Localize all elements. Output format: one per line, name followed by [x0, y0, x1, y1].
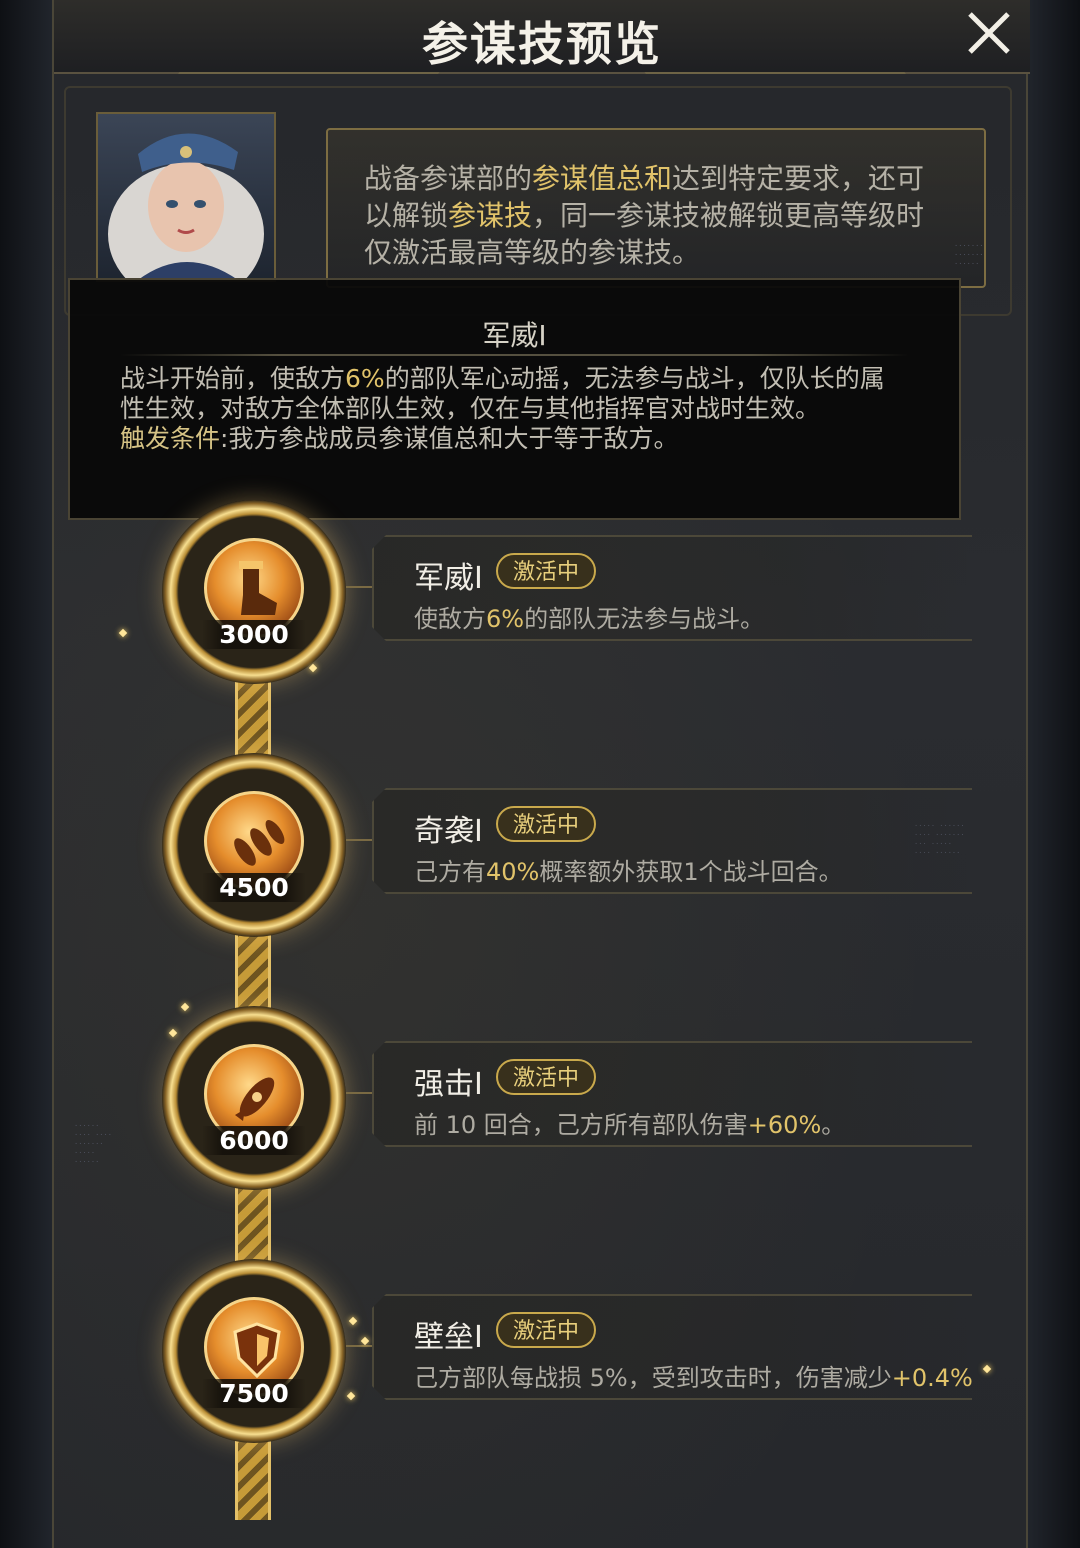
skill-threshold: 6000 — [202, 1126, 306, 1155]
tooltip-title: 军威I — [482, 319, 547, 352]
skill-description: 前 10 回合，己方所有部队伤害+60%。 — [414, 1111, 846, 1139]
skill-threshold: 4500 — [202, 873, 306, 902]
skill-node-4[interactable]: 7500 — [162, 1259, 346, 1443]
skill-node-2[interactable]: 4500 — [162, 753, 346, 937]
skill-name: 强击I — [414, 1067, 483, 1102]
close-icon — [968, 12, 1010, 54]
skill-node-3[interactable]: 6000 — [162, 1006, 346, 1190]
status-badge: 激活中 — [496, 1312, 596, 1348]
header-bar: 参谋技预览 — [54, 0, 1030, 74]
right-backdrop — [1025, 0, 1080, 1548]
skill-threshold: 3000 — [202, 620, 306, 649]
skill-description: 使敌方6%的部队无法参与战斗。 — [414, 605, 765, 633]
page-title: 参谋技预览 — [422, 17, 662, 71]
skill-description: 己方有40%概率额外获取1个战斗回合。 — [414, 858, 843, 886]
advisor-portrait — [96, 112, 276, 282]
status-badge: 激活中 — [496, 806, 596, 842]
tooltip-divider — [120, 354, 909, 356]
tooltip-condition-label: 触发条件 — [120, 424, 221, 453]
skill-name: 壁垒I — [414, 1320, 483, 1355]
skill-node-1[interactable]: 3000 — [162, 500, 346, 684]
status-badge: 激活中 — [496, 553, 596, 589]
skill-name: 军威I — [414, 561, 483, 596]
close-button[interactable] — [964, 8, 1014, 58]
tooltip-body: 战斗开始前，使敌方6%的部队军心动摇，无法参与战斗，仅队长的属性生效，对敌方全体… — [120, 364, 885, 453]
status-badge: 激活中 — [496, 1059, 596, 1095]
skill-tooltip: 军威I 战斗开始前，使敌方6%的部队军心动摇，无法参与战斗，仅队长的属性生效，对… — [68, 278, 961, 520]
skill-description: 己方部队每战损 5%，受到攻击时，伤害减少+0.4%。 — [414, 1364, 973, 1392]
skill-card-3[interactable]: 强击I 激活中 前 10 回合，己方所有部队伤害+60%。 — [372, 1041, 972, 1147]
skill-card-1[interactable]: 军威I 激活中 使敌方6%的部队无法参与战斗。 — [372, 535, 972, 641]
skill-card-4[interactable]: 壁垒I 激活中 己方部队每战损 5%，受到攻击时，伤害减少+0.4%。 — [372, 1294, 972, 1400]
tooltip-condition-text: :我方参战成员参谋值总和大于等于敌方。 — [220, 424, 679, 453]
intro-description: 战备参谋部的参谋值总和达到特定要求，还可以解锁参谋技，同一参谋技被解锁更高等级时… — [326, 128, 986, 288]
skill-threshold: 7500 — [202, 1379, 306, 1408]
skill-name: 奇袭I — [414, 814, 483, 849]
portrait-image — [108, 133, 264, 280]
left-backdrop — [0, 0, 55, 1548]
skill-card-2[interactable]: 奇袭I 激活中 己方有40%概率额外获取1个战斗回合。 — [372, 788, 972, 894]
